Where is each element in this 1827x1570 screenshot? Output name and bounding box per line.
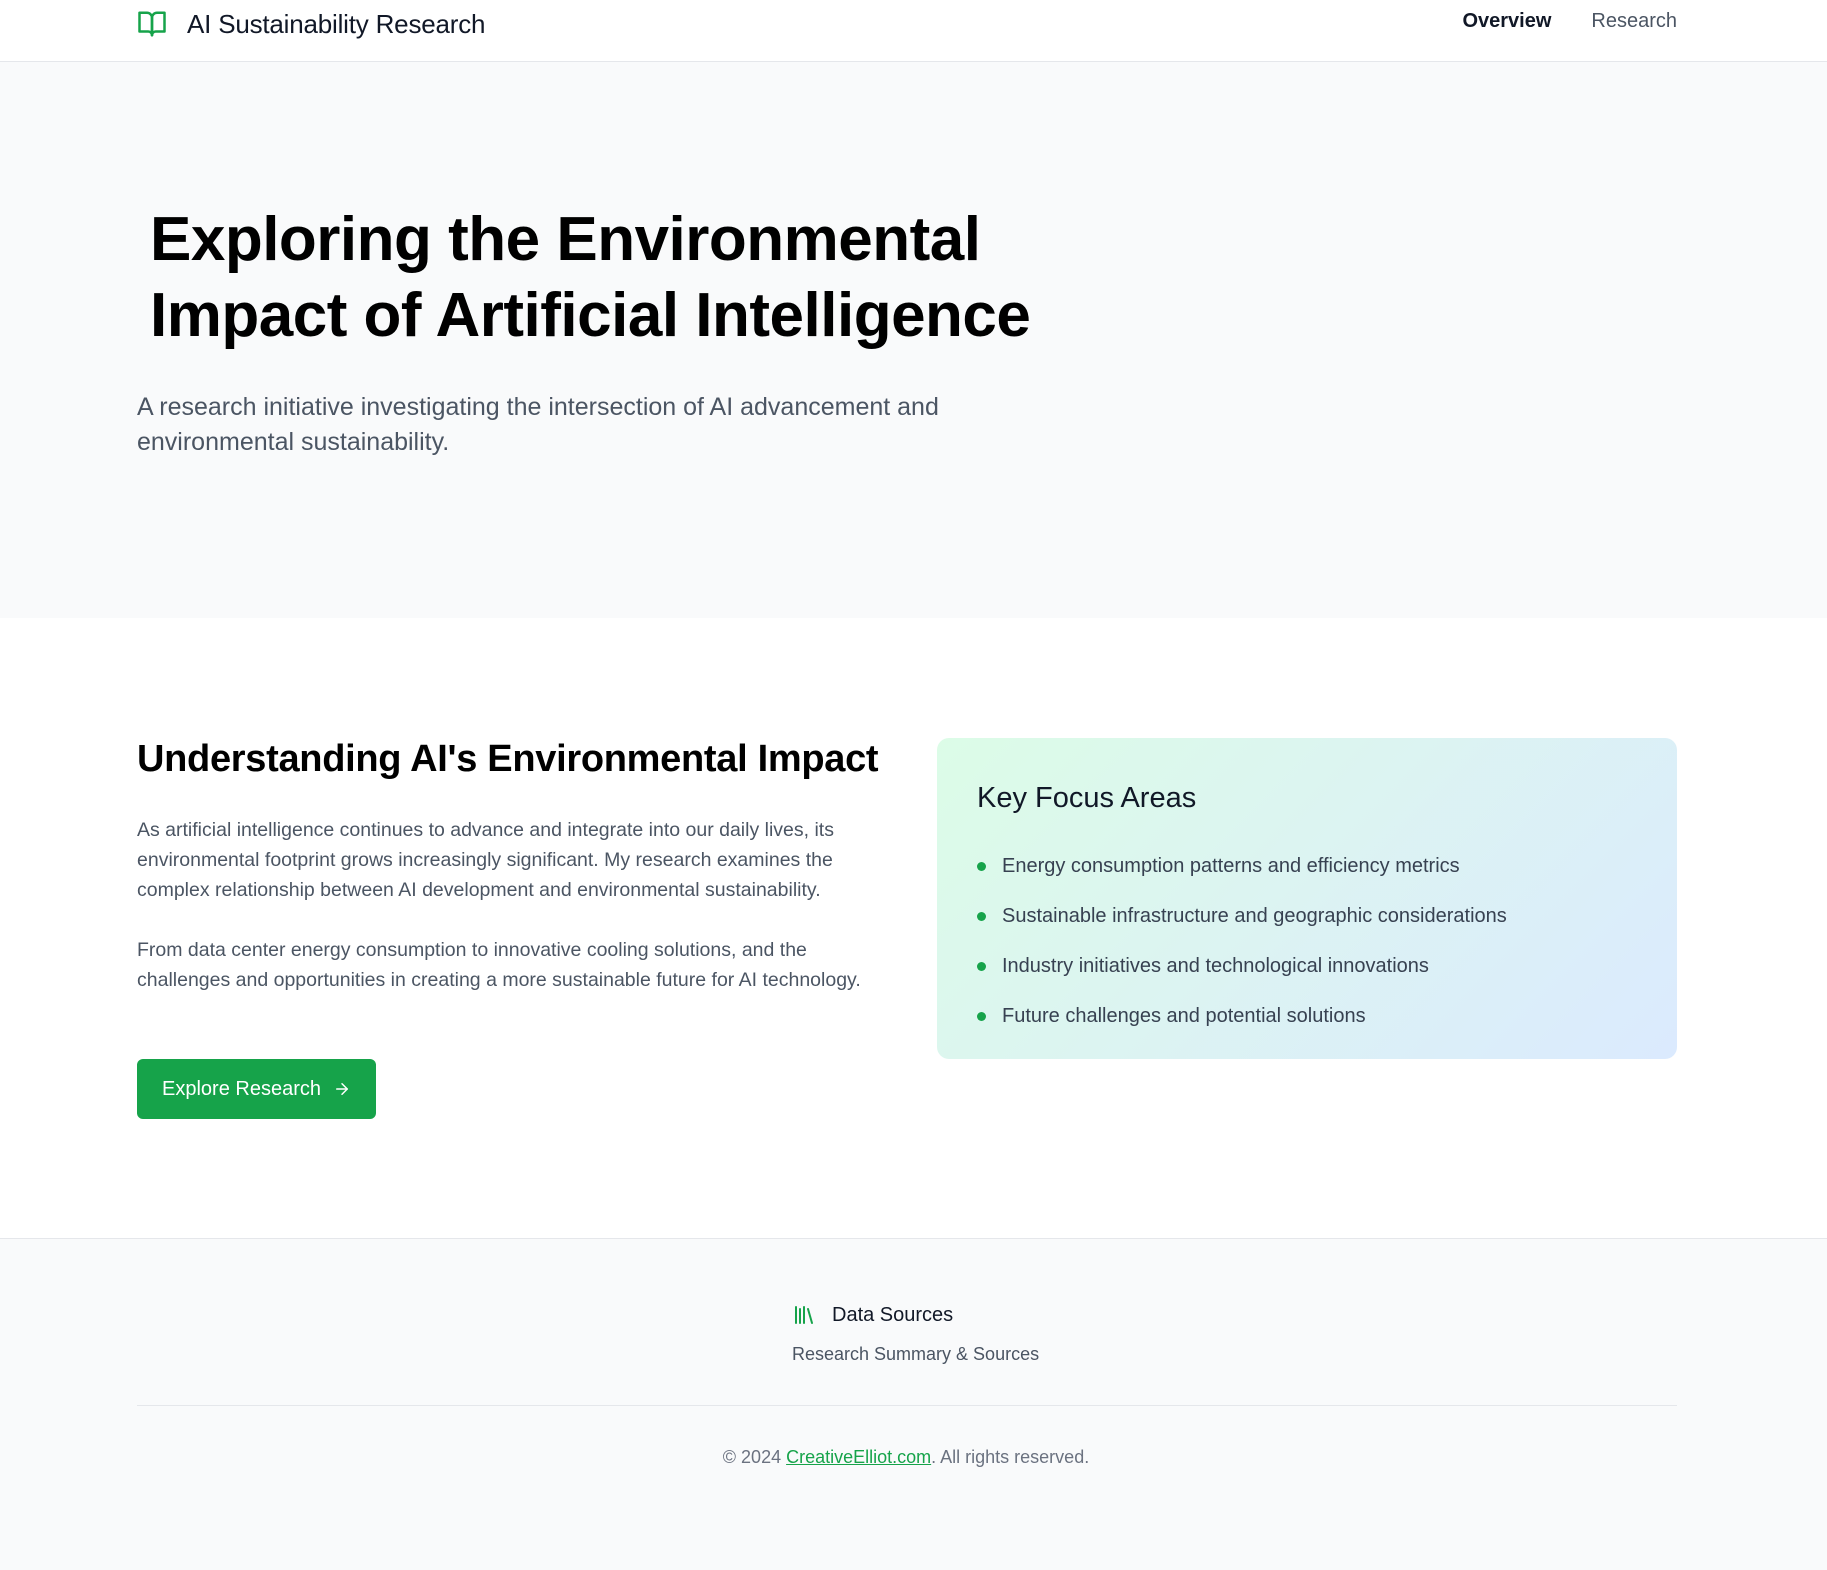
data-sources-title: Data Sources [832, 1303, 954, 1326]
brand-title: AI Sustainability Research [187, 8, 486, 39]
focus-item-label: Industry initiatives and technological i… [1002, 954, 1429, 977]
focus-item: Energy consumption patterns and efficien… [977, 841, 1507, 891]
data-sources-heading: Data Sources [792, 1303, 953, 1327]
arrow-right-icon [335, 1083, 348, 1095]
nav-link-research[interactable]: Research [1591, 10, 1677, 33]
key-focus-card: Key Focus Areas Energy consumption patte… [937, 738, 1677, 1059]
data-sources-subtitle: Research Summary & Sources [792, 1344, 1040, 1364]
nav-link-overview[interactable]: Overview [1462, 10, 1551, 33]
brand[interactable]: AI Sustainability Research [137, 8, 485, 40]
focus-item-label: Energy consumption patterns and efficien… [1002, 854, 1460, 877]
focus-item: Sustainable infrastructure and geographi… [977, 891, 1507, 941]
focus-item-label: Sustainable infrastructure and geographi… [1002, 904, 1507, 927]
library-icon [795, 1306, 813, 1324]
hero-subtitle: A research initiative investigating the … [137, 393, 939, 456]
focus-title: Key Focus Areas [977, 782, 1197, 814]
impact-section: Understanding AI's Environmental Impact … [0, 618, 1827, 1239]
bullet-dot [977, 861, 986, 871]
explore-research-label: Explore Research [162, 1077, 321, 1100]
footer-divider [137, 1405, 1677, 1406]
bullet-dot [977, 1011, 986, 1021]
detail-paragraph: From data center energy consumption to i… [137, 939, 861, 991]
focus-item: Industry initiatives and technological i… [977, 941, 1507, 991]
creativeelliot-link[interactable]: CreativeElliot.com [786, 1447, 931, 1467]
copyright-suffix: . All rights reserved. [931, 1447, 1090, 1467]
hero-section: Exploring the Environmental Impact of Ar… [0, 62, 1827, 618]
focus-item: Future challenges and potential solution… [977, 991, 1507, 1041]
bullet-dot [977, 961, 986, 971]
open-book-icon [138, 11, 166, 37]
explore-research-button[interactable]: Explore Research [137, 1059, 376, 1119]
focus-item-label: Future challenges and potential solution… [1002, 1004, 1366, 1027]
intro-paragraph: As artificial intelligence continues to … [137, 819, 834, 901]
main-nav: Overview Research [1462, 10, 1677, 33]
section-title: Understanding AI's Environmental Impact [137, 738, 879, 780]
copyright: © 2024 CreativeElliot.com. All rights re… [0, 1447, 1812, 1468]
site-footer: Data Sources Research Summary & Sources … [0, 1239, 1827, 1570]
copyright-prefix: © 2024 [722, 1447, 787, 1467]
focus-list: Energy consumption patterns and efficien… [977, 841, 1507, 1041]
hero-title: Exploring the Environmental Impact of Ar… [150, 205, 1031, 350]
bullet-dot [977, 911, 986, 921]
site-header: AI Sustainability Research Overview Rese… [0, 0, 1827, 62]
